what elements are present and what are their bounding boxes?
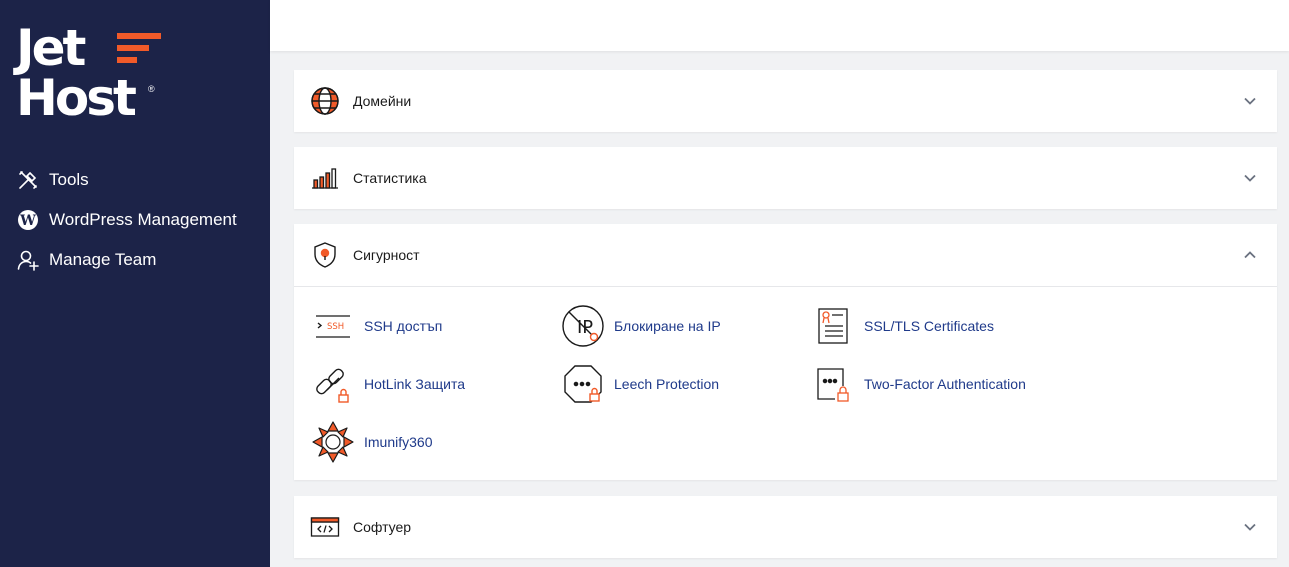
jethost-logo[interactable]: Jet Host ® — [16, 19, 166, 127]
chevron-down-icon — [1244, 97, 1256, 105]
tool-label: SSL/TLS Certificates — [864, 318, 994, 334]
panel-domains: Домейни — [294, 70, 1277, 132]
svg-text:W: W — [19, 213, 36, 229]
chevron-down-icon — [1244, 523, 1256, 531]
bar-chart-icon — [310, 163, 340, 193]
sidebar-item-label: WordPress Management — [49, 210, 237, 229]
panel-title: Софтуер — [353, 519, 412, 535]
chevron-up-icon — [1244, 251, 1256, 259]
panel-security: Сигурност SSH SSH достъп IP Блокиране на… — [294, 224, 1277, 480]
tool-label: Imunify360 — [364, 434, 433, 450]
shield-icon — [310, 240, 340, 270]
registered-mark: ® — [148, 84, 155, 94]
sidebar-item-label: Manage Team — [49, 250, 157, 269]
sidebar-nav: Tools W WordPress Management Manage Team — [16, 160, 237, 280]
panel-security-header[interactable]: Сигурност — [294, 224, 1277, 286]
panel-statistics-header[interactable]: Статистика — [294, 147, 1277, 209]
tool-label: Leech Protection — [614, 376, 720, 392]
panel-software: Софтуер — [294, 496, 1277, 558]
ip-block-icon: IP — [561, 304, 605, 348]
panel-security-body: SSH SSH достъп IP Блокиране на IP SSL/TL… — [294, 286, 1277, 480]
logo-text-line1: Jet — [16, 19, 86, 77]
svg-text:SSH: SSH — [327, 322, 344, 332]
panel-title: Статистика — [353, 170, 427, 186]
code-window-icon — [310, 512, 340, 542]
top-bar — [270, 0, 1289, 51]
tool-label: Блокиране на IP — [614, 318, 721, 334]
panel-software-header[interactable]: Софтуер — [294, 496, 1277, 558]
tool-imunify360[interactable]: Imunify360 — [311, 420, 432, 464]
certificate-icon — [811, 304, 855, 348]
imunify360-icon — [311, 420, 355, 464]
sidebar-item-manage-team[interactable]: Manage Team — [16, 240, 237, 280]
panel-statistics: Статистика — [294, 147, 1277, 209]
tool-ssl-tls-certificates[interactable]: SSL/TLS Certificates — [811, 304, 994, 348]
tool-label: Two-Factor Authentication — [864, 376, 1026, 392]
tool-ip-blocker[interactable]: IP Блокиране на IP — [561, 304, 721, 348]
sidebar: Jet Host ® Tools W WordPress Management … — [0, 0, 270, 567]
wordpress-icon: W — [16, 208, 40, 232]
tools-icon — [16, 168, 40, 192]
tool-hotlink-protection[interactable]: HotLink Защита — [311, 362, 465, 406]
tool-label: HotLink Защита — [364, 376, 465, 392]
panel-title: Домейни — [353, 93, 412, 109]
panel-title: Сигурност — [353, 247, 420, 263]
sidebar-item-tools[interactable]: Tools — [16, 160, 237, 200]
logo-bars-icon — [113, 33, 163, 65]
chevron-down-icon — [1244, 174, 1256, 182]
tool-leech-protection[interactable]: Leech Protection — [561, 362, 719, 406]
leech-protection-icon — [561, 362, 605, 406]
ssh-terminal-icon: SSH — [311, 304, 355, 348]
sidebar-item-label: Tools — [49, 170, 89, 189]
two-factor-icon — [811, 362, 855, 406]
globe-icon — [310, 86, 340, 116]
panel-domains-header[interactable]: Домейни — [294, 70, 1277, 132]
tool-ssh-access[interactable]: SSH SSH достъп — [311, 304, 442, 348]
logo-text-line2: Host — [16, 69, 137, 127]
tool-label: SSH достъп — [364, 318, 443, 334]
user-add-icon — [16, 248, 40, 272]
hotlink-chain-icon — [311, 362, 355, 406]
sidebar-item-wordpress[interactable]: W WordPress Management — [16, 200, 237, 240]
tool-two-factor-authentication[interactable]: Two-Factor Authentication — [811, 362, 1026, 406]
